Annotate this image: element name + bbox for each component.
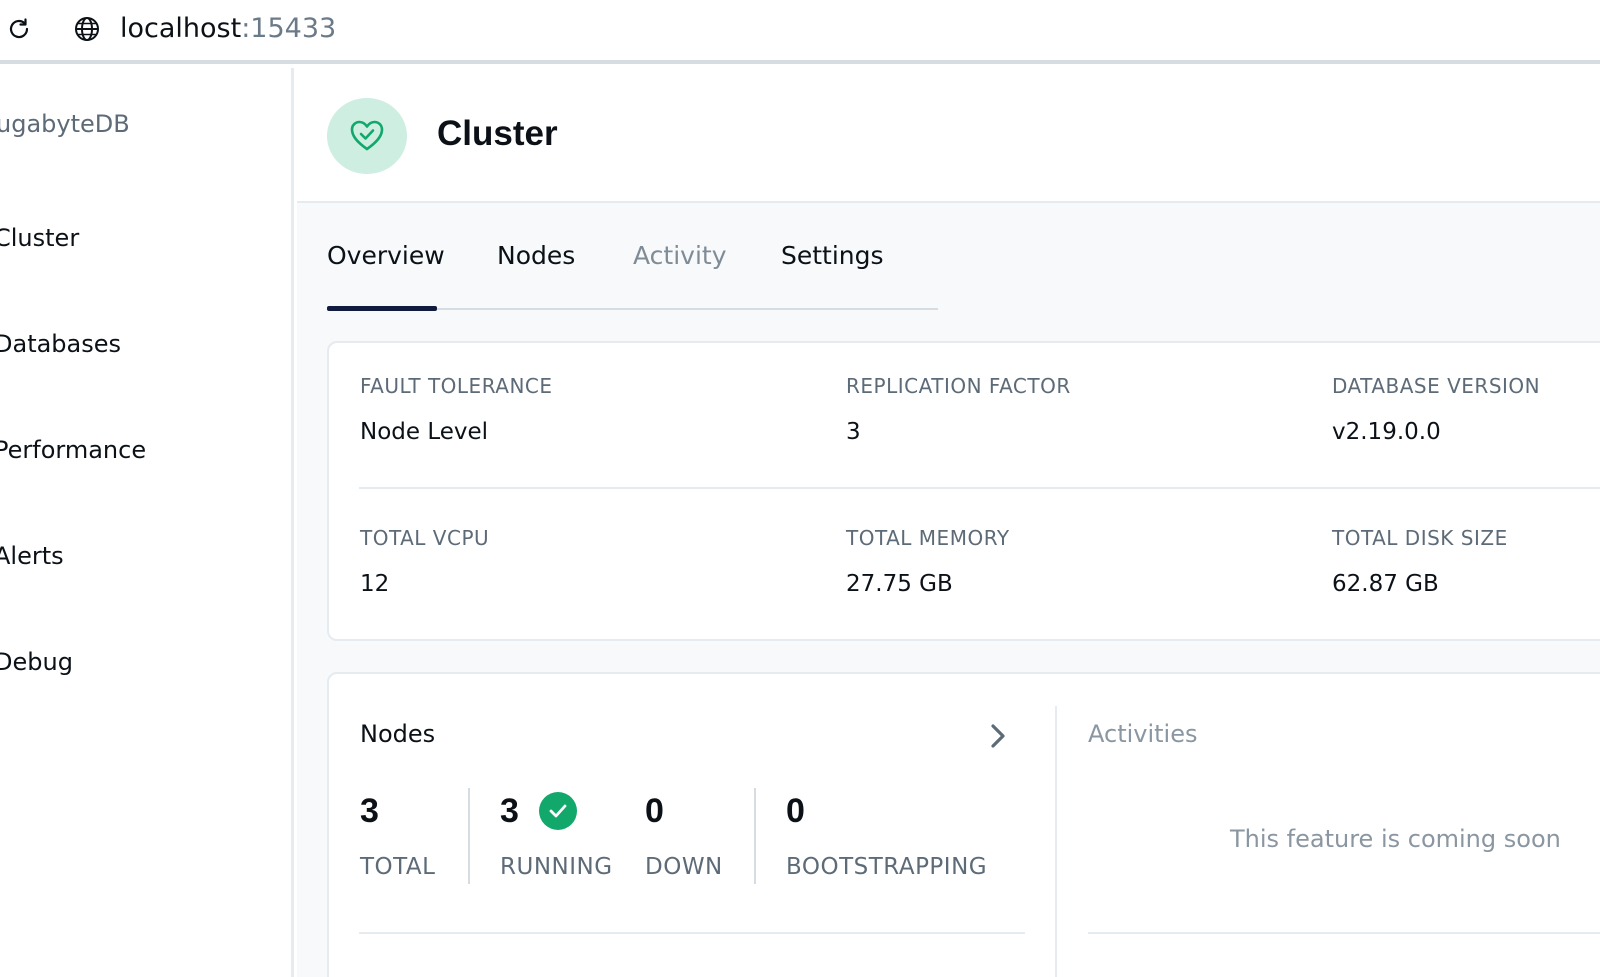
check-circle-icon [539,792,577,830]
sidebar-item-performance[interactable]: Performance [0,436,146,464]
down-nodes-label: DOWN [645,854,723,880]
globe-icon [74,16,100,42]
total-memory-label: TOTAL MEMORY [846,526,1010,550]
total-vcpu-label: TOTAL VCPU [360,526,490,550]
total-vcpu-value: 12 [360,571,390,597]
sidebar-brand[interactable]: ugabyteDB [0,110,130,138]
divider [359,932,1025,934]
tab-label: Nodes [497,241,576,270]
heart-check-icon [327,98,407,174]
cluster-info-card: FAULT TOLERANCE Node Level REPLICATION F… [327,341,1600,641]
tab-nodes[interactable]: Nodes [497,241,575,270]
tab-label: Overview [327,241,445,270]
fault-tolerance-label: FAULT TOLERANCE [360,374,553,398]
database-version-value: v2.19.0.0 [1332,419,1441,445]
tab-activity[interactable]: Activity [633,241,727,270]
down-nodes-count: 0 [645,792,664,830]
url-port: :15433 [241,13,337,44]
column-divider [1055,706,1057,977]
reload-icon[interactable] [6,16,32,42]
sidebar-item-databases[interactable]: Databases [0,330,121,358]
sidebar: ugabyteDB Cluster Databases Performance … [0,68,294,977]
total-nodes-count: 3 [360,792,379,830]
activities-panel-title: Activities [1088,720,1198,748]
bootstrapping-nodes-label: BOOTSTRAPPING [786,854,988,880]
page-title: Cluster [437,114,558,153]
url-field[interactable]: localhost:15433 [120,11,336,47]
divider [1088,932,1600,934]
total-disk-value: 62.87 GB [1332,571,1439,597]
tab-bar: Overview Nodes Activity Settings [327,203,938,311]
total-memory-value: 27.75 GB [846,571,953,597]
url-host: localhost [120,13,242,44]
sidebar-item-alerts[interactable]: Alerts [0,542,64,570]
browser-address-bar: localhost:15433 [0,0,1600,64]
running-nodes-label: RUNNING [500,854,613,880]
tab-overview[interactable]: Overview [327,241,445,270]
replication-factor-value: 3 [846,419,861,445]
sidebar-item-debug[interactable]: Debug [0,648,73,676]
chevron-right-icon[interactable] [987,722,1009,754]
database-version-label: DATABASE VERSION [1332,374,1541,398]
divider [754,788,756,884]
replication-factor-label: REPLICATION FACTOR [846,374,1071,398]
divider [468,788,470,884]
total-nodes-label: TOTAL [360,854,436,880]
fault-tolerance-value: Node Level [360,419,489,445]
divider [359,487,1600,489]
sidebar-item-cluster[interactable]: Cluster [0,224,79,252]
tab-label: Settings [781,241,884,270]
tab-label: Activity [633,241,727,270]
nodes-summary-card: Nodes 3 TOTAL 3 RUNNING 0 DOWN 0 BOOTSTR… [327,672,1600,977]
total-disk-label: TOTAL DISK SIZE [1332,526,1508,550]
tab-settings[interactable]: Settings [781,241,884,270]
active-tab-indicator [327,306,437,311]
main-content: Cluster Overview Nodes Activity Settings… [297,68,1600,977]
coming-soon-message: This feature is coming soon [1230,825,1561,853]
bootstrapping-nodes-count: 0 [786,792,805,830]
running-nodes-count: 3 [500,792,519,830]
page-header: Cluster [297,68,1600,203]
nodes-panel-title: Nodes [360,720,436,748]
